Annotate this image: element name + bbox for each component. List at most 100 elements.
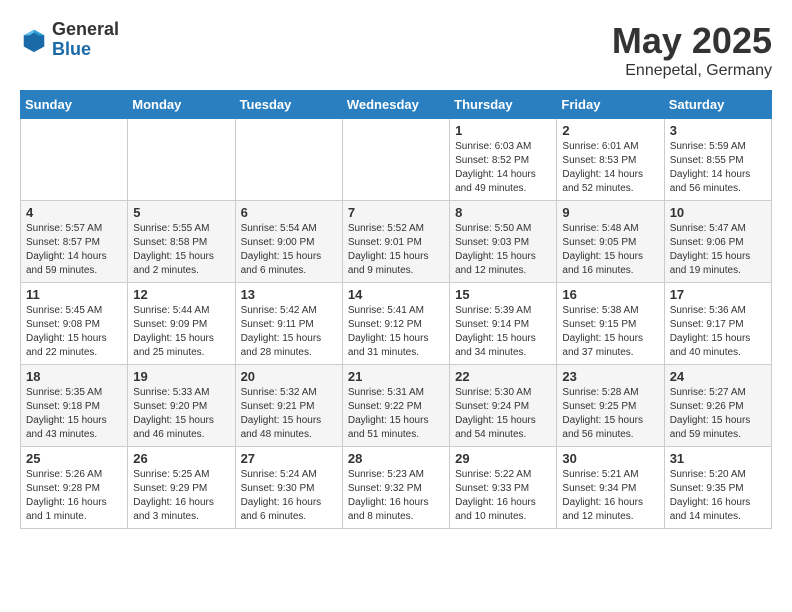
weekday-header: Monday [128, 91, 235, 119]
day-info: Sunrise: 5:21 AM Sunset: 9:34 PM Dayligh… [562, 468, 658, 524]
day-number: 14 [348, 287, 444, 302]
calendar-cell: 28Sunrise: 5:23 AM Sunset: 9:32 PM Dayli… [342, 447, 449, 529]
day-number: 19 [133, 369, 229, 384]
day-info: Sunrise: 5:32 AM Sunset: 9:21 PM Dayligh… [241, 386, 337, 442]
logo-icon [20, 26, 48, 54]
day-info: Sunrise: 5:25 AM Sunset: 9:29 PM Dayligh… [133, 468, 229, 524]
logo-general: General [52, 20, 119, 40]
calendar-cell: 22 Sunrise: 5:30 AM Sunset: 9:24 PM Dayli… [450, 365, 557, 447]
day-number: 20 [241, 369, 337, 384]
calendar-week-row: 11Sunrise: 5:45 AM Sunset: 9:08 PM Dayli… [21, 283, 772, 365]
day-info: Sunrise: 5:50 AM Sunset: 9:03 PM Dayligh… [455, 222, 551, 278]
day-number: 2 [562, 123, 658, 138]
day-info: Sunrise: 5:47 AM Sunset: 9:06 PM Dayligh… [670, 222, 766, 278]
day-info: Sunrise: 5:27 AM Sunset: 9:26 PM Dayligh… [670, 386, 766, 442]
calendar-cell: 8 Sunrise: 5:50 AM Sunset: 9:03 PM Daylig… [450, 201, 557, 283]
calendar-week-row: 4 Sunrise: 5:57 AM Sunset: 8:57 PM Daylig… [21, 201, 772, 283]
day-number: 25 [26, 451, 122, 466]
day-info: Sunrise: 5:59 AM Sunset: 8:55 PM Dayligh… [670, 140, 766, 196]
day-number: 23 [562, 369, 658, 384]
day-number: 12 [133, 287, 229, 302]
day-number: 5 [133, 205, 229, 220]
calendar-cell: 12 Sunrise: 5:44 AM Sunset: 9:09 PM Dayli… [128, 283, 235, 365]
day-info: Sunrise: 5:55 AM Sunset: 8:58 PM Dayligh… [133, 222, 229, 278]
day-number: 17 [670, 287, 766, 302]
calendar: SundayMondayTuesdayWednesdayThursdayFrid… [20, 90, 772, 529]
calendar-cell: 31 Sunrise: 5:20 AM Sunset: 9:35 PM Dayli… [664, 447, 771, 529]
calendar-week-row: 1 Sunrise: 6:03 AM Sunset: 8:52 PM Daylig… [21, 119, 772, 201]
calendar-cell: 6 Sunrise: 5:54 AM Sunset: 9:00 PM Daylig… [235, 201, 342, 283]
day-number: 9 [562, 205, 658, 220]
day-number: 4 [26, 205, 122, 220]
logo: General Blue [20, 20, 119, 60]
day-number: 6 [241, 205, 337, 220]
calendar-cell: 13 Sunrise: 5:42 AM Sunset: 9:11 PM Dayli… [235, 283, 342, 365]
calendar-cell: 1 Sunrise: 6:03 AM Sunset: 8:52 PM Daylig… [450, 119, 557, 201]
weekday-header: Saturday [664, 91, 771, 119]
day-number: 22 [455, 369, 551, 384]
day-info: Sunrise: 5:48 AM Sunset: 9:05 PM Dayligh… [562, 222, 658, 278]
calendar-cell: 24 Sunrise: 5:27 AM Sunset: 9:26 PM Dayli… [664, 365, 771, 447]
day-info: Sunrise: 5:33 AM Sunset: 9:20 PM Dayligh… [133, 386, 229, 442]
day-info: Sunrise: 5:57 AM Sunset: 8:57 PM Dayligh… [26, 222, 122, 278]
logo-blue: Blue [52, 40, 119, 60]
day-info: Sunrise: 5:39 AM Sunset: 9:14 PM Dayligh… [455, 304, 551, 360]
day-info: Sunrise: 5:44 AM Sunset: 9:09 PM Dayligh… [133, 304, 229, 360]
day-number: 31 [670, 451, 766, 466]
day-info: Sunrise: 5:41 AM Sunset: 9:12 PM Dayligh… [348, 304, 444, 360]
weekday-header: Tuesday [235, 91, 342, 119]
calendar-cell: 25Sunrise: 5:26 AM Sunset: 9:28 PM Dayli… [21, 447, 128, 529]
day-info: Sunrise: 5:24 AM Sunset: 9:30 PM Dayligh… [241, 468, 337, 524]
day-info: Sunrise: 5:28 AM Sunset: 9:25 PM Dayligh… [562, 386, 658, 442]
calendar-cell [21, 119, 128, 201]
day-info: Sunrise: 5:54 AM Sunset: 9:00 PM Dayligh… [241, 222, 337, 278]
calendar-cell: 21 Sunrise: 5:31 AM Sunset: 9:22 PM Dayli… [342, 365, 449, 447]
day-info: Sunrise: 5:42 AM Sunset: 9:11 PM Dayligh… [241, 304, 337, 360]
day-number: 26 [133, 451, 229, 466]
day-number: 24 [670, 369, 766, 384]
month-title: May 2025 [612, 20, 772, 62]
calendar-cell: 19 Sunrise: 5:33 AM Sunset: 9:20 PM Dayli… [128, 365, 235, 447]
calendar-cell: 18 Sunrise: 5:35 AM Sunset: 9:18 PM Dayli… [21, 365, 128, 447]
day-number: 10 [670, 205, 766, 220]
day-number: 13 [241, 287, 337, 302]
calendar-cell [128, 119, 235, 201]
day-number: 21 [348, 369, 444, 384]
calendar-cell: 11Sunrise: 5:45 AM Sunset: 9:08 PM Dayli… [21, 283, 128, 365]
day-info: Sunrise: 5:52 AM Sunset: 9:01 PM Dayligh… [348, 222, 444, 278]
day-number: 18 [26, 369, 122, 384]
day-info: Sunrise: 5:35 AM Sunset: 9:18 PM Dayligh… [26, 386, 122, 442]
day-number: 11 [26, 287, 122, 302]
calendar-cell: 3 Sunrise: 5:59 AM Sunset: 8:55 PM Daylig… [664, 119, 771, 201]
calendar-week-row: 25Sunrise: 5:26 AM Sunset: 9:28 PM Dayli… [21, 447, 772, 529]
day-info: Sunrise: 5:30 AM Sunset: 9:24 PM Dayligh… [455, 386, 551, 442]
logo-text: General Blue [52, 20, 119, 60]
calendar-cell [235, 119, 342, 201]
day-number: 3 [670, 123, 766, 138]
calendar-cell: 26 Sunrise: 5:25 AM Sunset: 9:29 PM Dayli… [128, 447, 235, 529]
day-number: 15 [455, 287, 551, 302]
calendar-cell: 4 Sunrise: 5:57 AM Sunset: 8:57 PM Daylig… [21, 201, 128, 283]
day-number: 1 [455, 123, 551, 138]
calendar-cell: 20 Sunrise: 5:32 AM Sunset: 9:21 PM Dayli… [235, 365, 342, 447]
day-info: Sunrise: 5:20 AM Sunset: 9:35 PM Dayligh… [670, 468, 766, 524]
day-number: 8 [455, 205, 551, 220]
day-info: Sunrise: 5:38 AM Sunset: 9:15 PM Dayligh… [562, 304, 658, 360]
calendar-cell: 30Sunrise: 5:21 AM Sunset: 9:34 PM Dayli… [557, 447, 664, 529]
calendar-cell: 5 Sunrise: 5:55 AM Sunset: 8:58 PM Daylig… [128, 201, 235, 283]
weekday-header: Thursday [450, 91, 557, 119]
day-info: Sunrise: 5:23 AM Sunset: 9:32 PM Dayligh… [348, 468, 444, 524]
day-info: Sunrise: 5:31 AM Sunset: 9:22 PM Dayligh… [348, 386, 444, 442]
day-info: Sunrise: 6:03 AM Sunset: 8:52 PM Dayligh… [455, 140, 551, 196]
calendar-week-row: 18 Sunrise: 5:35 AM Sunset: 9:18 PM Dayli… [21, 365, 772, 447]
calendar-cell: 16Sunrise: 5:38 AM Sunset: 9:15 PM Dayli… [557, 283, 664, 365]
weekday-header: Friday [557, 91, 664, 119]
calendar-cell [342, 119, 449, 201]
day-number: 29 [455, 451, 551, 466]
calendar-cell: 14 Sunrise: 5:41 AM Sunset: 9:12 PM Dayli… [342, 283, 449, 365]
day-info: Sunrise: 6:01 AM Sunset: 8:53 PM Dayligh… [562, 140, 658, 196]
calendar-cell: 10 Sunrise: 5:47 AM Sunset: 9:06 PM Dayli… [664, 201, 771, 283]
location: Ennepetal, Germany [612, 62, 772, 80]
calendar-cell: 7Sunrise: 5:52 AM Sunset: 9:01 PM Daylig… [342, 201, 449, 283]
page-header: General Blue May 2025 Ennepetal, Germany [20, 20, 772, 80]
